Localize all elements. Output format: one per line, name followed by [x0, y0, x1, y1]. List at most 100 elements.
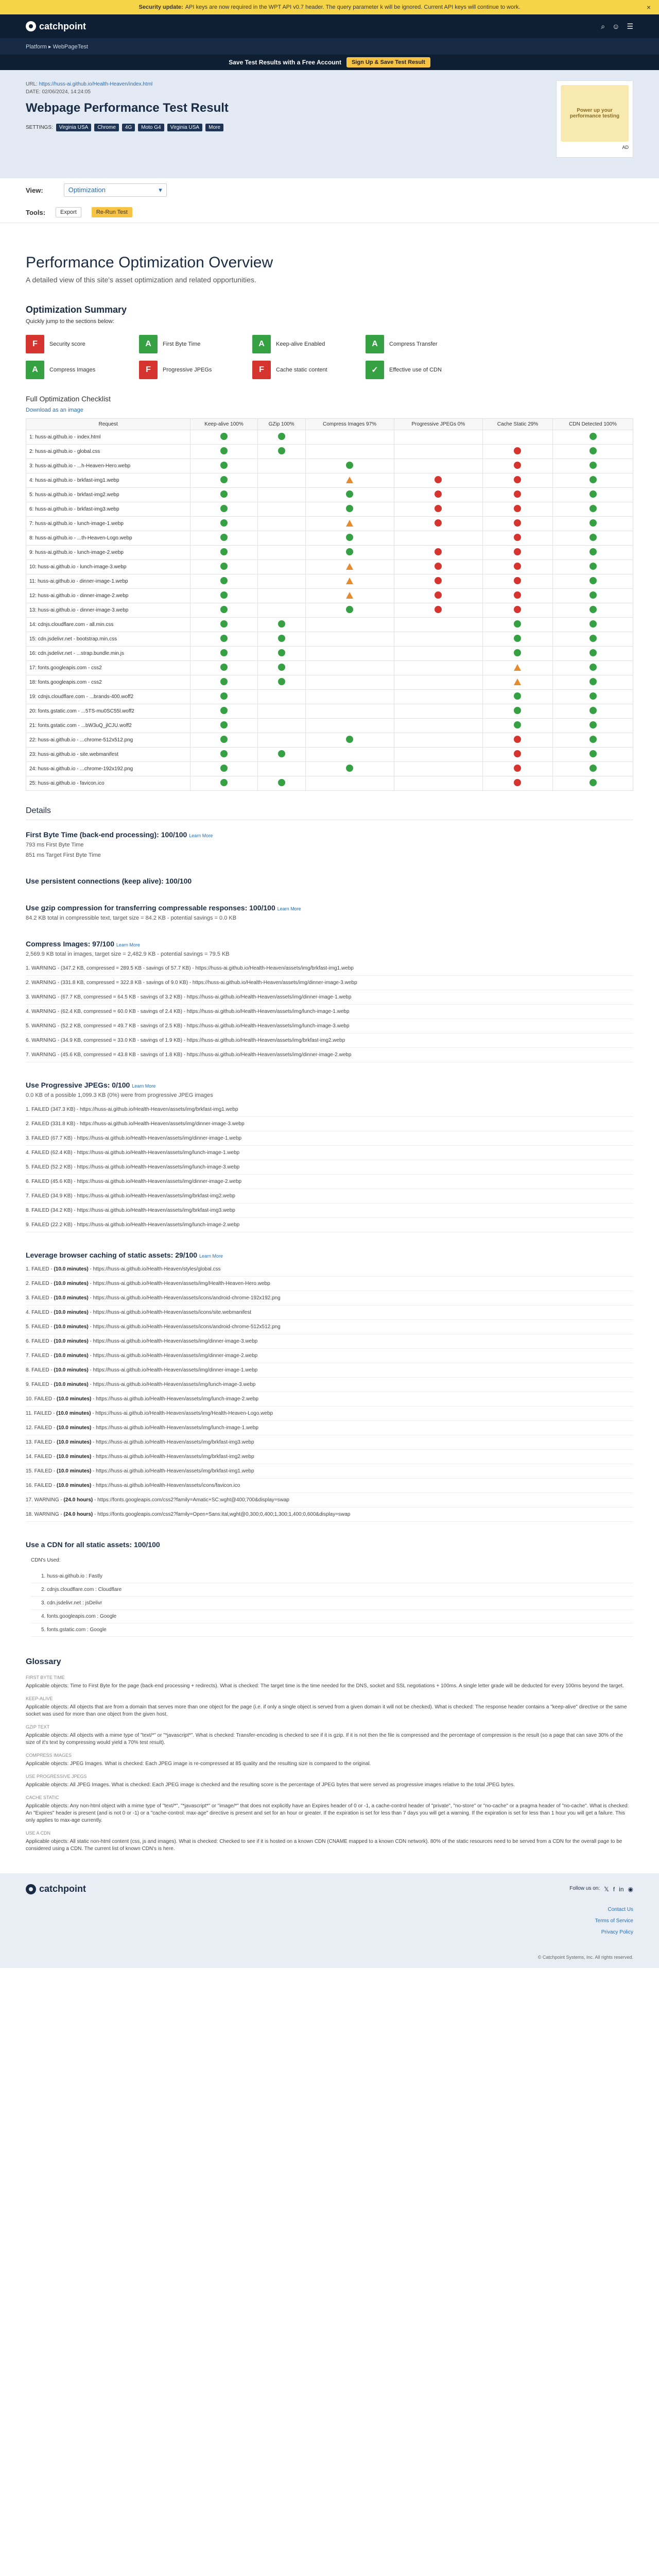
status-cell [393, 761, 483, 776]
footer-logo[interactable]: catchpoint [26, 1884, 633, 1894]
menu-icon[interactable]: ☰ [627, 22, 633, 31]
status-cell [190, 632, 258, 647]
status-cell [190, 574, 258, 589]
status-cell [190, 704, 258, 719]
status-cell [552, 560, 633, 574]
glossary-desc: Applicable objects: Any non-html object … [26, 1803, 629, 1823]
status-cell [552, 646, 633, 661]
status-cell [482, 516, 553, 531]
learn-more-link[interactable]: Learn More [116, 942, 140, 947]
status-cell [482, 574, 553, 589]
breadcrumb: Platform ▸ WebPageTest [0, 38, 659, 55]
summary-item[interactable]: F Cache static content [252, 361, 360, 379]
privacy-link[interactable]: Privacy Policy [595, 1927, 633, 1938]
check-icon [278, 620, 285, 628]
warning-icon [514, 664, 522, 671]
download-image-link[interactable]: Download as an image [26, 407, 633, 413]
view-selector-row: View: Optimization ▾ [0, 178, 659, 202]
table-row: 24: huss-ai.github.io - ...chrome-192x19… [25, 761, 633, 776]
summary-item[interactable]: F Progressive JPEGs [139, 361, 247, 379]
facebook-icon[interactable]: f [613, 1886, 615, 1893]
status-cell [552, 516, 633, 531]
breadcrumb-text[interactable]: Platform ▸ WebPageTest [26, 43, 88, 50]
status-prefix: 15. FAILED - [26, 1468, 57, 1474]
check-icon [220, 678, 228, 685]
status-cell [257, 516, 306, 531]
terms-link[interactable]: Terms of Service [595, 1916, 633, 1927]
status-cell [393, 459, 483, 473]
check-icon [514, 692, 522, 700]
glossary-term: USE A CDN [26, 1831, 51, 1836]
status-cell [393, 704, 483, 719]
user-icon[interactable]: ☺ [612, 22, 619, 31]
list-item: 2. FAILED (331.8 KB) - https://huss-ai.g… [26, 1117, 633, 1131]
status-cell [393, 675, 483, 690]
summary-item[interactable]: A First Byte Time [139, 335, 247, 353]
summary-item[interactable]: A Compress Images [26, 361, 134, 379]
footer: catchpoint Follow us on: 𝕏 f in ◉ Contac… [0, 1873, 659, 1968]
summary-item[interactable]: F Security score [26, 335, 134, 353]
status-cell [552, 617, 633, 632]
rerun-button[interactable]: Re-Run Test [91, 207, 132, 217]
check-icon [346, 606, 354, 613]
status-cell [305, 689, 394, 704]
check-icon [278, 779, 285, 786]
column-header: GZip 100% [257, 418, 306, 430]
summary-item[interactable]: ✓ Effective use of CDN [366, 361, 474, 379]
table-row: 22: huss-ai.github.io - ...chrome-512x51… [25, 733, 633, 748]
check-icon [346, 534, 354, 541]
status-cell [393, 430, 483, 445]
expiry: (10.0 minutes) [54, 1353, 89, 1359]
signup-button[interactable]: Sign Up & Save Test Result [346, 57, 430, 67]
grade-badge: F [139, 361, 158, 379]
contact-link[interactable]: Contact Us [595, 1904, 633, 1916]
ad-banner[interactable]: Power up your performance testing [561, 85, 629, 142]
export-button[interactable]: Export [56, 207, 81, 217]
check-icon [346, 736, 354, 743]
glossary-desc: Applicable objects: All objects that are… [26, 1704, 627, 1717]
check-icon [220, 548, 228, 555]
status-cell [257, 487, 306, 502]
status-cell [552, 632, 633, 647]
expiry: (10.0 minutes) [54, 1367, 89, 1373]
list-item: 1. FAILED (347.3 KB) - https://huss-ai.g… [26, 1103, 633, 1117]
more-button[interactable]: More [205, 124, 223, 131]
status-cell [482, 473, 553, 488]
search-icon[interactable]: ⌕ [601, 22, 605, 31]
learn-more-link[interactable]: Learn More [199, 1253, 223, 1259]
fbt-title: First Byte Time (back-end processing): 1… [26, 831, 187, 839]
status-prefix: 12. FAILED - [26, 1425, 57, 1431]
view-select[interactable]: Optimization ▾ [63, 183, 167, 197]
summary-item[interactable]: A Keep-alive Enabled [252, 335, 360, 353]
twitter-icon[interactable]: 𝕏 [604, 1886, 609, 1893]
fail-icon [514, 476, 522, 483]
table-row: 17: fonts.googleapis.com - css2 [25, 660, 633, 675]
request-cell: 5: huss-ai.github.io - brkfast-img2.webp [25, 487, 191, 502]
images-title: Compress Images: 97/100 [26, 940, 114, 948]
summary-item[interactable]: A Compress Transfer [366, 335, 474, 353]
learn-more-link[interactable]: Learn More [189, 833, 213, 838]
linkedin-icon[interactable]: in [619, 1886, 623, 1893]
tested-url-link[interactable]: https://huss-ai.github.io/Health-Heaven/… [39, 81, 153, 87]
gzip-title: Use gzip compression for transferring co… [26, 904, 275, 912]
status-cell [482, 675, 553, 690]
summary-item-label: First Byte Time [163, 341, 201, 347]
check-icon [589, 433, 597, 440]
ad-box[interactable]: Power up your performance testing AD [556, 80, 633, 158]
learn-more-link[interactable]: Learn More [132, 1083, 155, 1089]
promo-bar: Save Test Results with a Free Account Si… [0, 55, 659, 70]
check-icon [589, 606, 597, 613]
close-icon[interactable]: × [647, 3, 651, 11]
status-cell [482, 660, 553, 675]
catchpoint-logo[interactable]: catchpoint [26, 21, 86, 32]
security-banner: Security update: API keys are now requir… [0, 0, 659, 14]
github-icon[interactable]: ◉ [628, 1886, 633, 1893]
status-prefix: 9. FAILED - [26, 1382, 54, 1387]
status-cell [190, 718, 258, 733]
request-cell: 22: huss-ai.github.io - ...chrome-512x51… [25, 733, 191, 748]
fail-icon [435, 563, 442, 570]
table-row: 4: huss-ai.github.io - brkfast-img1.webp [25, 473, 633, 488]
fail-icon [514, 577, 522, 584]
learn-more-link[interactable]: Learn More [278, 906, 301, 911]
status-cell [552, 718, 633, 733]
